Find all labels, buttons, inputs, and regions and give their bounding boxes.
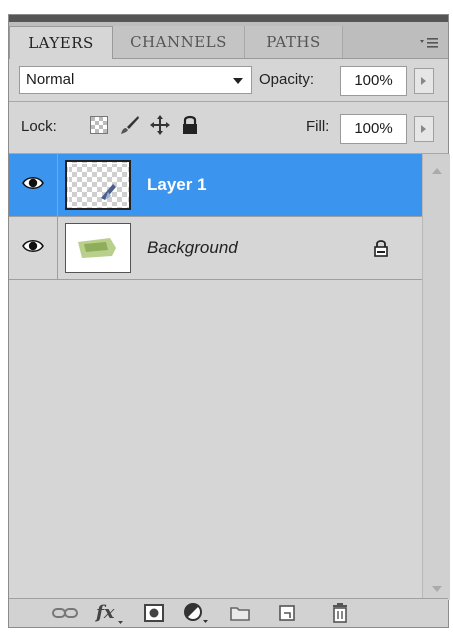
panel-footer-toolbar: fx <box>9 598 448 627</box>
opacity-input[interactable]: 100% <box>340 66 407 96</box>
lock-label: Lock: <box>21 118 57 135</box>
tab-bar: LAYERS CHANNELS PATHS <box>9 22 448 59</box>
scroll-up-arrow-icon[interactable] <box>432 168 442 174</box>
lock-all-icon[interactable] <box>181 114 199 136</box>
visibility-toggle[interactable] <box>9 154 58 216</box>
visibility-toggle[interactable] <box>9 217 58 279</box>
layer-thumbnail <box>65 223 131 273</box>
blend-mode-value: Normal <box>26 71 75 88</box>
link-layers-icon[interactable] <box>52 607 78 619</box>
tab-channels[interactable]: CHANNELS <box>113 26 245 58</box>
opacity-slider-arrow-icon[interactable] <box>414 68 434 94</box>
svg-text:fx: fx <box>94 602 115 623</box>
blend-mode-select[interactable]: Normal <box>19 66 252 94</box>
trash-icon[interactable] <box>331 602 349 624</box>
new-layer-icon[interactable] <box>277 603 297 623</box>
fill-slider-arrow-icon[interactable] <box>414 116 434 142</box>
layer-name: Layer 1 <box>147 175 207 194</box>
fx-icon[interactable]: fx <box>94 601 128 625</box>
eye-icon <box>22 177 44 189</box>
scrollbar[interactable] <box>422 154 450 600</box>
dropdown-arrow-icon <box>233 78 243 84</box>
layers-panel: LAYERS CHANNELS PATHS Normal Opacity: 10… <box>8 14 450 628</box>
adjustment-layer-icon[interactable] <box>183 602 211 624</box>
layer-row-layer-1[interactable]: Layer 1 <box>9 154 422 217</box>
tab-paths[interactable]: PATHS <box>245 26 343 58</box>
fill-input[interactable]: 100% <box>340 114 407 144</box>
lock-pixels-brush-icon[interactable] <box>118 114 140 136</box>
lock-transparency-icon[interactable] <box>89 115 109 135</box>
opacity-label: Opacity: <box>259 71 315 88</box>
thumbnail-content-icon <box>78 238 116 258</box>
scroll-down-arrow-icon[interactable] <box>432 586 442 592</box>
thumbnail-content-icon <box>101 184 116 200</box>
panel-menu-icon[interactable] <box>418 35 440 51</box>
blend-opacity-row: Normal Opacity: 100% <box>9 59 448 101</box>
layer-row-background[interactable]: Background <box>9 217 422 280</box>
lock-fill-row: Lock: Fill: 100% <box>9 102 448 153</box>
layer-thumbnail <box>65 160 131 210</box>
layer-mask-icon[interactable] <box>143 603 165 623</box>
fill-label: Fill: <box>306 118 330 135</box>
lock-position-move-icon[interactable] <box>149 114 171 136</box>
layers-list: Layer 1 Background <box>9 154 450 600</box>
eye-icon <box>22 240 44 252</box>
new-group-folder-icon[interactable] <box>229 604 251 622</box>
panel-title-bar[interactable] <box>9 15 448 22</box>
layer-lock-icon[interactable] <box>373 238 389 258</box>
layer-name: Background <box>147 238 238 257</box>
tab-layers[interactable]: LAYERS <box>9 26 113 59</box>
